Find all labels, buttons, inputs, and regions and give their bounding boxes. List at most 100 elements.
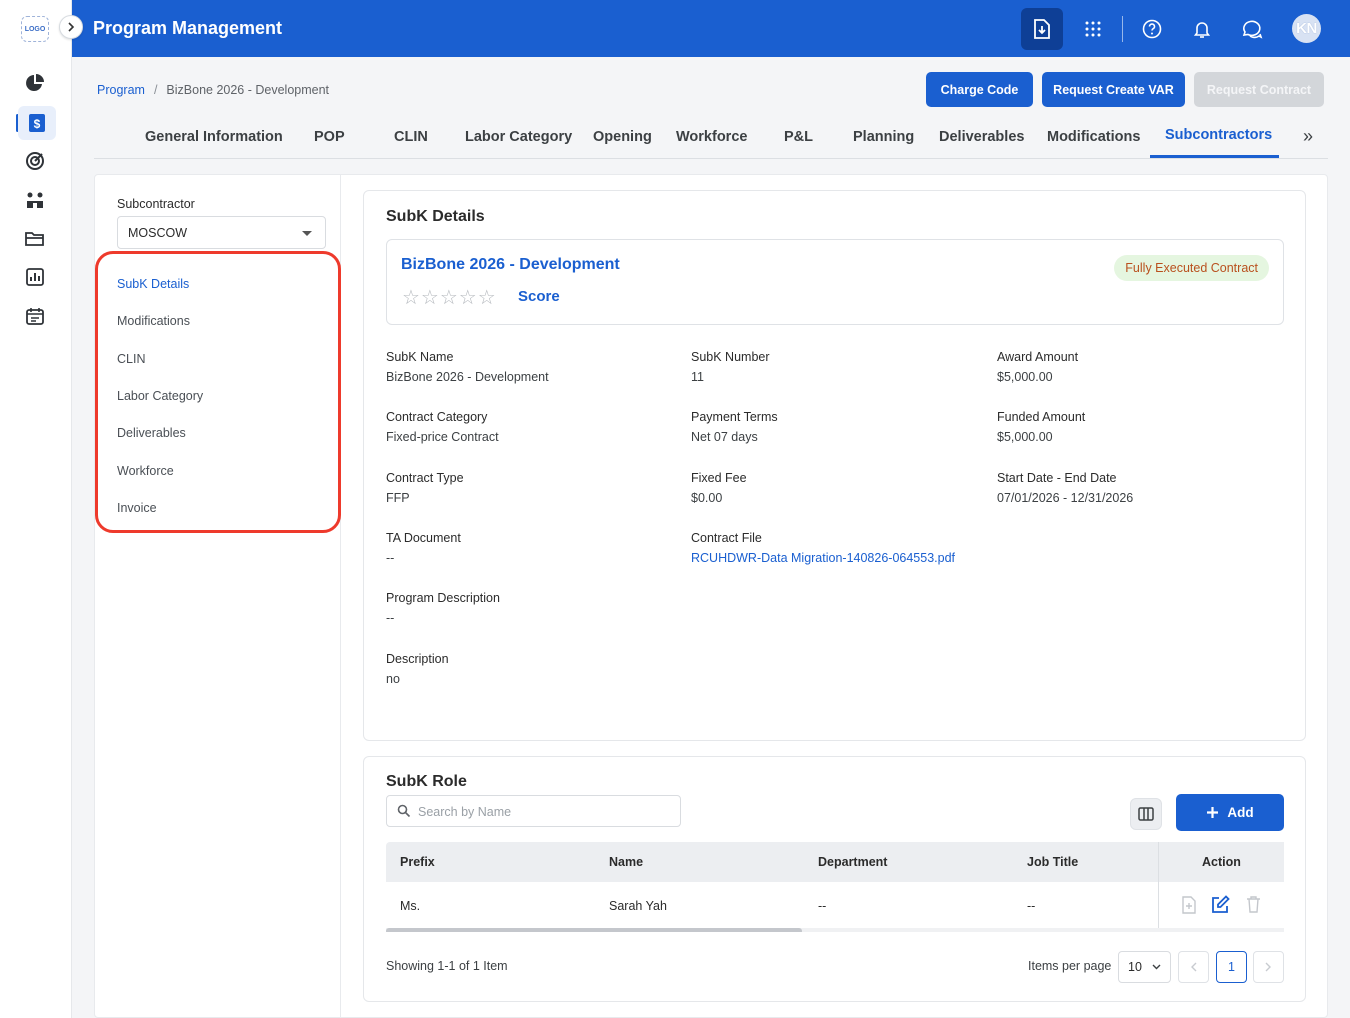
field-label: Description <box>386 652 449 666</box>
previous-page-button[interactable] <box>1178 951 1209 983</box>
field-fixed-fee: Fixed Fee $0.00 <box>691 471 747 505</box>
caret-down-icon <box>302 231 312 236</box>
table-horizontal-scrollbar[interactable] <box>386 928 1284 932</box>
side-item-invoice[interactable]: Invoice <box>117 501 157 515</box>
score-label: Score <box>518 288 560 305</box>
field-subk-number: SubK Number 11 <box>691 350 770 384</box>
field-value: -- <box>386 611 395 625</box>
columns-icon <box>1138 807 1154 821</box>
scrollbar-thumb[interactable] <box>386 928 802 932</box>
field-label: Contract Category <box>386 410 488 424</box>
subcontractor-select-value: MOSCOW <box>128 226 188 240</box>
field-label: Payment Terms <box>691 410 778 424</box>
tabs-more-button[interactable]: » <box>1303 126 1313 147</box>
field-label: Award Amount <box>997 350 1079 364</box>
calendar-icon[interactable] <box>22 303 48 329</box>
subcontractor-sidebar: Subcontractor MOSCOW SubK Details Modifi… <box>95 175 341 1018</box>
pagination-summary: Showing 1-1 of 1 Item <box>386 959 508 973</box>
sidebar-toggle-button[interactable] <box>59 15 83 39</box>
top-bar: Program Management KN <box>72 0 1350 57</box>
apps-grid-icon <box>1085 21 1101 37</box>
tab-planning[interactable]: Planning <box>853 129 914 145</box>
tab-opening[interactable]: Opening <box>593 129 652 145</box>
tab-subcontractors[interactable]: Subcontractors <box>1165 127 1272 143</box>
side-item-deliverables[interactable]: Deliverables <box>117 426 186 440</box>
role-table: Prefix Name Department Job Title Ms. Sar… <box>386 842 1284 932</box>
column-settings-button[interactable] <box>1130 798 1162 830</box>
field-ta-document: TA Document -- <box>386 531 461 565</box>
view-document-icon[interactable] <box>1181 896 1197 914</box>
search-placeholder: Search by Name <box>418 805 512 819</box>
team-icon[interactable] <box>22 187 48 213</box>
column-header-prefix[interactable]: Prefix <box>400 855 435 869</box>
request-contract-button[interactable]: Request Contract <box>1194 72 1324 107</box>
field-value: $5,000.00 <box>997 370 1053 384</box>
side-item-labor-category[interactable]: Labor Category <box>117 389 203 403</box>
subcontractor-select[interactable]: MOSCOW <box>117 216 326 249</box>
column-header-job-title[interactable]: Job Title <box>1027 855 1078 869</box>
apps-grid-button[interactable] <box>1072 8 1114 50</box>
breadcrumb: Program / BizBone 2026 - Development <box>97 83 329 97</box>
request-create-var-button[interactable]: Request Create VAR <box>1042 72 1185 107</box>
tab-pl[interactable]: P&L <box>784 129 813 145</box>
page-1-button[interactable]: 1 <box>1216 951 1247 983</box>
add-role-button[interactable]: Add <box>1176 794 1284 831</box>
download-document-button[interactable] <box>1021 8 1063 50</box>
chevron-left-icon <box>1191 962 1197 972</box>
subk-section-nav: SubK Details Modifications CLIN Labor Ca… <box>95 251 341 533</box>
target-icon[interactable] <box>22 148 48 174</box>
field-contract-file: Contract File RCUHDWR-Data Migration-140… <box>691 531 955 565</box>
next-page-button[interactable] <box>1253 951 1284 983</box>
side-item-modifications[interactable]: Modifications <box>117 314 190 328</box>
dollar-document-icon[interactable]: $ <box>18 106 56 140</box>
chat-icon <box>1242 20 1263 39</box>
folder-icon[interactable] <box>22 226 48 252</box>
tab-clin[interactable]: CLIN <box>394 129 428 145</box>
field-value: FFP <box>386 491 410 505</box>
items-per-page-label: Items per page <box>1028 959 1112 973</box>
field-value: no <box>386 672 400 686</box>
side-item-clin[interactable]: CLIN <box>117 352 145 366</box>
contract-title: BizBone 2026 - Development <box>401 256 620 273</box>
pie-chart-icon[interactable] <box>22 70 48 96</box>
column-header-action: Action <box>1202 855 1241 869</box>
chat-button[interactable] <box>1231 8 1273 50</box>
column-header-name[interactable]: Name <box>609 855 643 869</box>
contract-file-link[interactable]: RCUHDWR-Data Migration-140826-064553.pdf <box>691 551 955 565</box>
tab-pop[interactable]: POP <box>314 129 345 145</box>
chevron-right-icon <box>68 22 75 32</box>
charge-code-button[interactable]: Charge Code <box>926 72 1033 107</box>
cell-department: -- <box>818 899 827 913</box>
contract-summary: BizBone 2026 - Development ☆☆☆☆☆ Score F… <box>386 239 1284 325</box>
tab-labor-category[interactable]: Labor Category <box>465 129 572 145</box>
field-label: SubK Name <box>386 350 454 364</box>
report-chart-icon[interactable] <box>22 264 48 290</box>
edit-icon[interactable] <box>1211 895 1230 914</box>
side-item-workforce[interactable]: Workforce <box>117 464 174 478</box>
side-item-subk-details[interactable]: SubK Details <box>117 277 189 291</box>
rating-stars[interactable]: ☆☆☆☆☆ <box>402 285 497 310</box>
items-per-page-select[interactable]: 10 <box>1118 951 1171 983</box>
bell-icon <box>1193 22 1211 38</box>
table-header: Prefix Name Department Job Title <box>386 842 1284 882</box>
user-avatar[interactable]: KN <box>1292 14 1321 43</box>
subcontractor-label: Subcontractor <box>117 197 195 211</box>
column-header-department[interactable]: Department <box>818 855 887 869</box>
field-value: Net 07 days <box>691 430 758 444</box>
field-label: Funded Amount <box>997 410 1086 424</box>
chevron-down-icon <box>1152 964 1161 970</box>
delete-icon[interactable] <box>1246 896 1261 913</box>
tab-modifications[interactable]: Modifications <box>1047 129 1140 145</box>
subk-role-card: SubK Role Search by Name Add Prefix Name… <box>363 756 1306 1002</box>
tab-general-information[interactable]: General Information <box>145 129 283 145</box>
field-program-description: Program Description -- <box>386 591 500 625</box>
breadcrumb-program-link[interactable]: Program <box>97 83 145 97</box>
role-search-input[interactable]: Search by Name <box>386 795 681 827</box>
help-icon <box>1142 19 1162 39</box>
tab-workforce[interactable]: Workforce <box>676 129 747 145</box>
plus-icon <box>1207 807 1219 818</box>
notifications-button[interactable] <box>1181 8 1223 50</box>
tab-deliverables[interactable]: Deliverables <box>939 129 1024 145</box>
help-button[interactable] <box>1131 8 1173 50</box>
cell-job-title: -- <box>1027 899 1036 913</box>
